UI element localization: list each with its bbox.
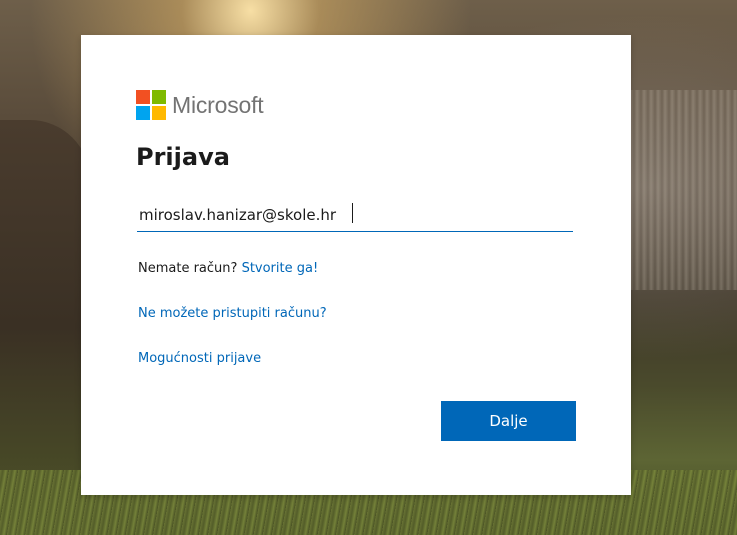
microsoft-logo-text: Microsoft	[172, 91, 264, 118]
logo-square-blue	[136, 106, 150, 120]
background-city	[630, 90, 737, 290]
no-account-row: Nemate račun? Stvorite ga!	[138, 261, 318, 276]
signin-options-link[interactable]: Mogućnosti prijave	[138, 351, 261, 366]
email-field[interactable]	[137, 198, 573, 232]
logo-square-yellow	[152, 106, 166, 120]
cant-access-account-link[interactable]: Ne možete pristupiti računu?	[138, 306, 327, 321]
next-button[interactable]: Dalje	[441, 401, 576, 441]
logo-square-green	[152, 90, 166, 104]
no-account-text: Nemate račun?	[138, 261, 238, 276]
cant-access-row: Ne možete pristupiti računu?	[138, 306, 327, 321]
page-title: Prijava	[136, 143, 230, 171]
create-account-link[interactable]: Stvorite ga!	[242, 261, 319, 276]
microsoft-logo-icon	[136, 90, 166, 120]
microsoft-logo: Microsoft	[136, 90, 264, 120]
signin-card: Microsoft Prijava Nemate račun? Stvorite…	[81, 35, 631, 495]
text-caret	[352, 203, 353, 223]
logo-square-red	[136, 90, 150, 104]
signin-options-row: Mogućnosti prijave	[138, 351, 261, 366]
